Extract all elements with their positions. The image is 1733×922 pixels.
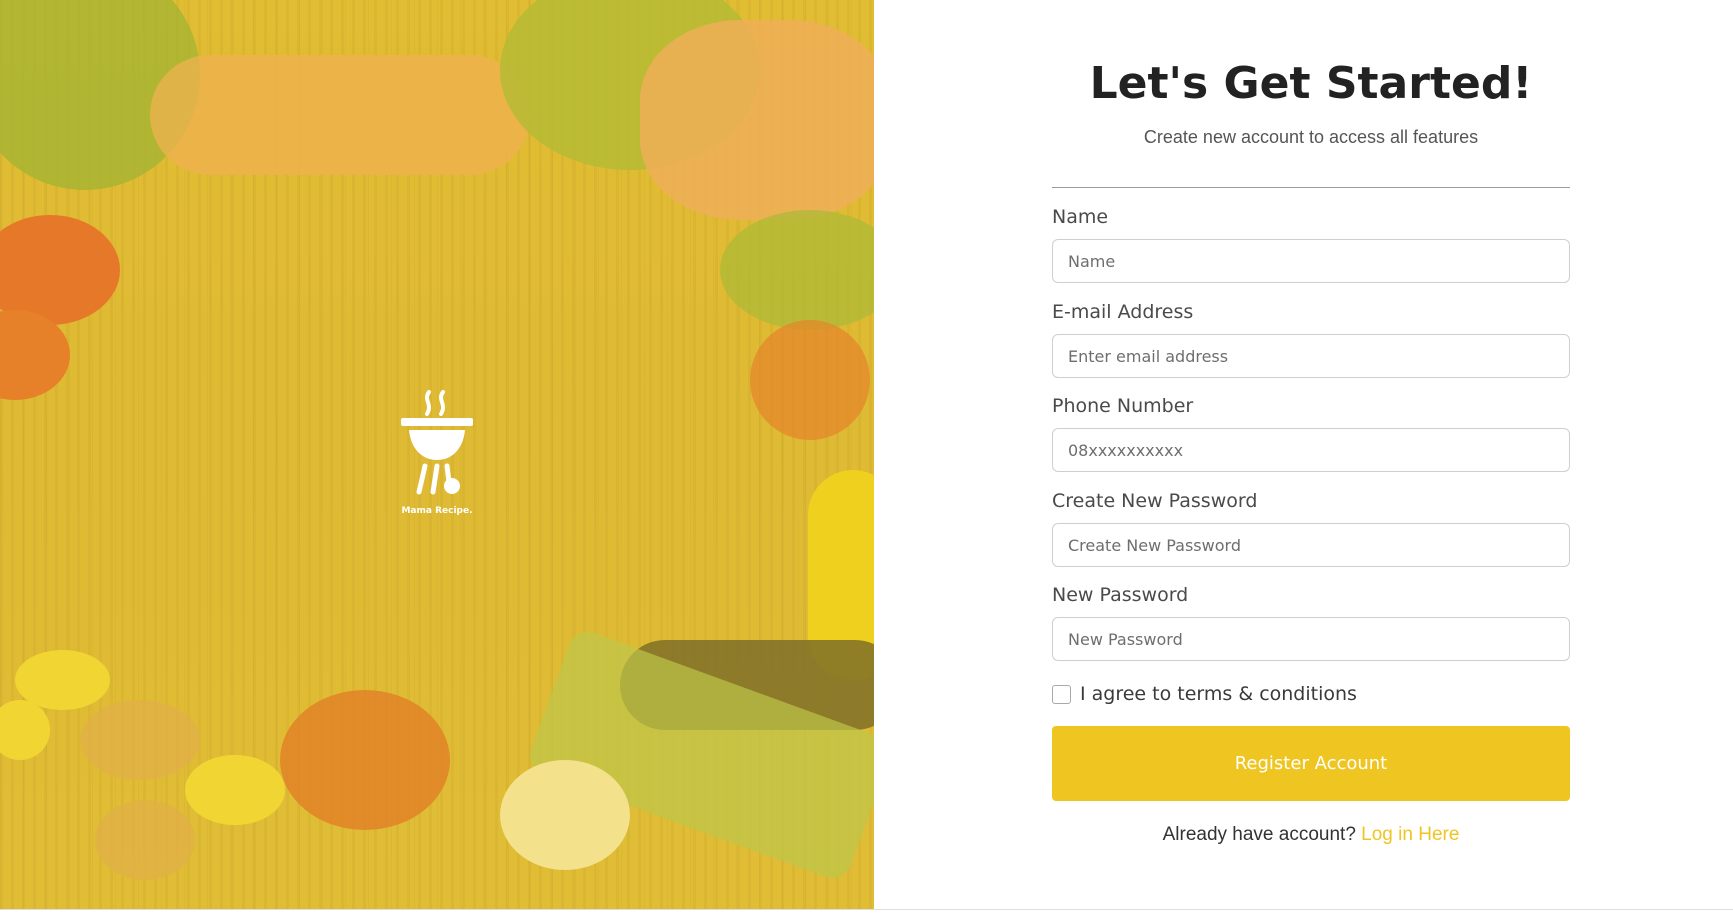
form-panel: Let's Get Started! Create new account to… bbox=[874, 0, 1733, 909]
brand-name: Mama Recipe. bbox=[401, 506, 473, 516]
name-input[interactable] bbox=[1052, 239, 1570, 283]
page-subtitle: Create new account to access all feature… bbox=[1143, 127, 1479, 147]
page-title: Let's Get Started! bbox=[1089, 58, 1533, 109]
new-password-input[interactable] bbox=[1052, 617, 1570, 661]
login-prompt: Already have account? bbox=[1162, 824, 1356, 845]
terms-row: I agree to terms & conditions bbox=[1052, 683, 1357, 705]
create-password-input[interactable] bbox=[1052, 523, 1570, 567]
login-link[interactable]: Log in Here bbox=[1361, 824, 1459, 845]
terms-label: I agree to terms & conditions bbox=[1080, 683, 1357, 705]
email-label: E-mail Address bbox=[1052, 301, 1194, 323]
register-page: Mama Recipe. Let's Get Started! Create n… bbox=[0, 0, 1733, 922]
phone-input[interactable] bbox=[1052, 428, 1570, 472]
register-button[interactable]: Register Account bbox=[1052, 726, 1570, 801]
terms-checkbox[interactable] bbox=[1052, 684, 1071, 704]
phone-label: Phone Number bbox=[1052, 395, 1194, 417]
bottom-border bbox=[0, 909, 1733, 910]
grill-icon bbox=[401, 390, 473, 495]
login-row: Already have account? Log in Here bbox=[1052, 824, 1570, 846]
brand-logo: Mama Recipe. bbox=[399, 388, 475, 518]
name-label: Name bbox=[1052, 206, 1109, 228]
divider bbox=[1052, 187, 1570, 188]
create-password-label: Create New Password bbox=[1052, 490, 1258, 512]
email-input[interactable] bbox=[1052, 334, 1570, 378]
hero-panel: Mama Recipe. bbox=[0, 0, 874, 909]
new-password-label: New Password bbox=[1052, 584, 1189, 606]
